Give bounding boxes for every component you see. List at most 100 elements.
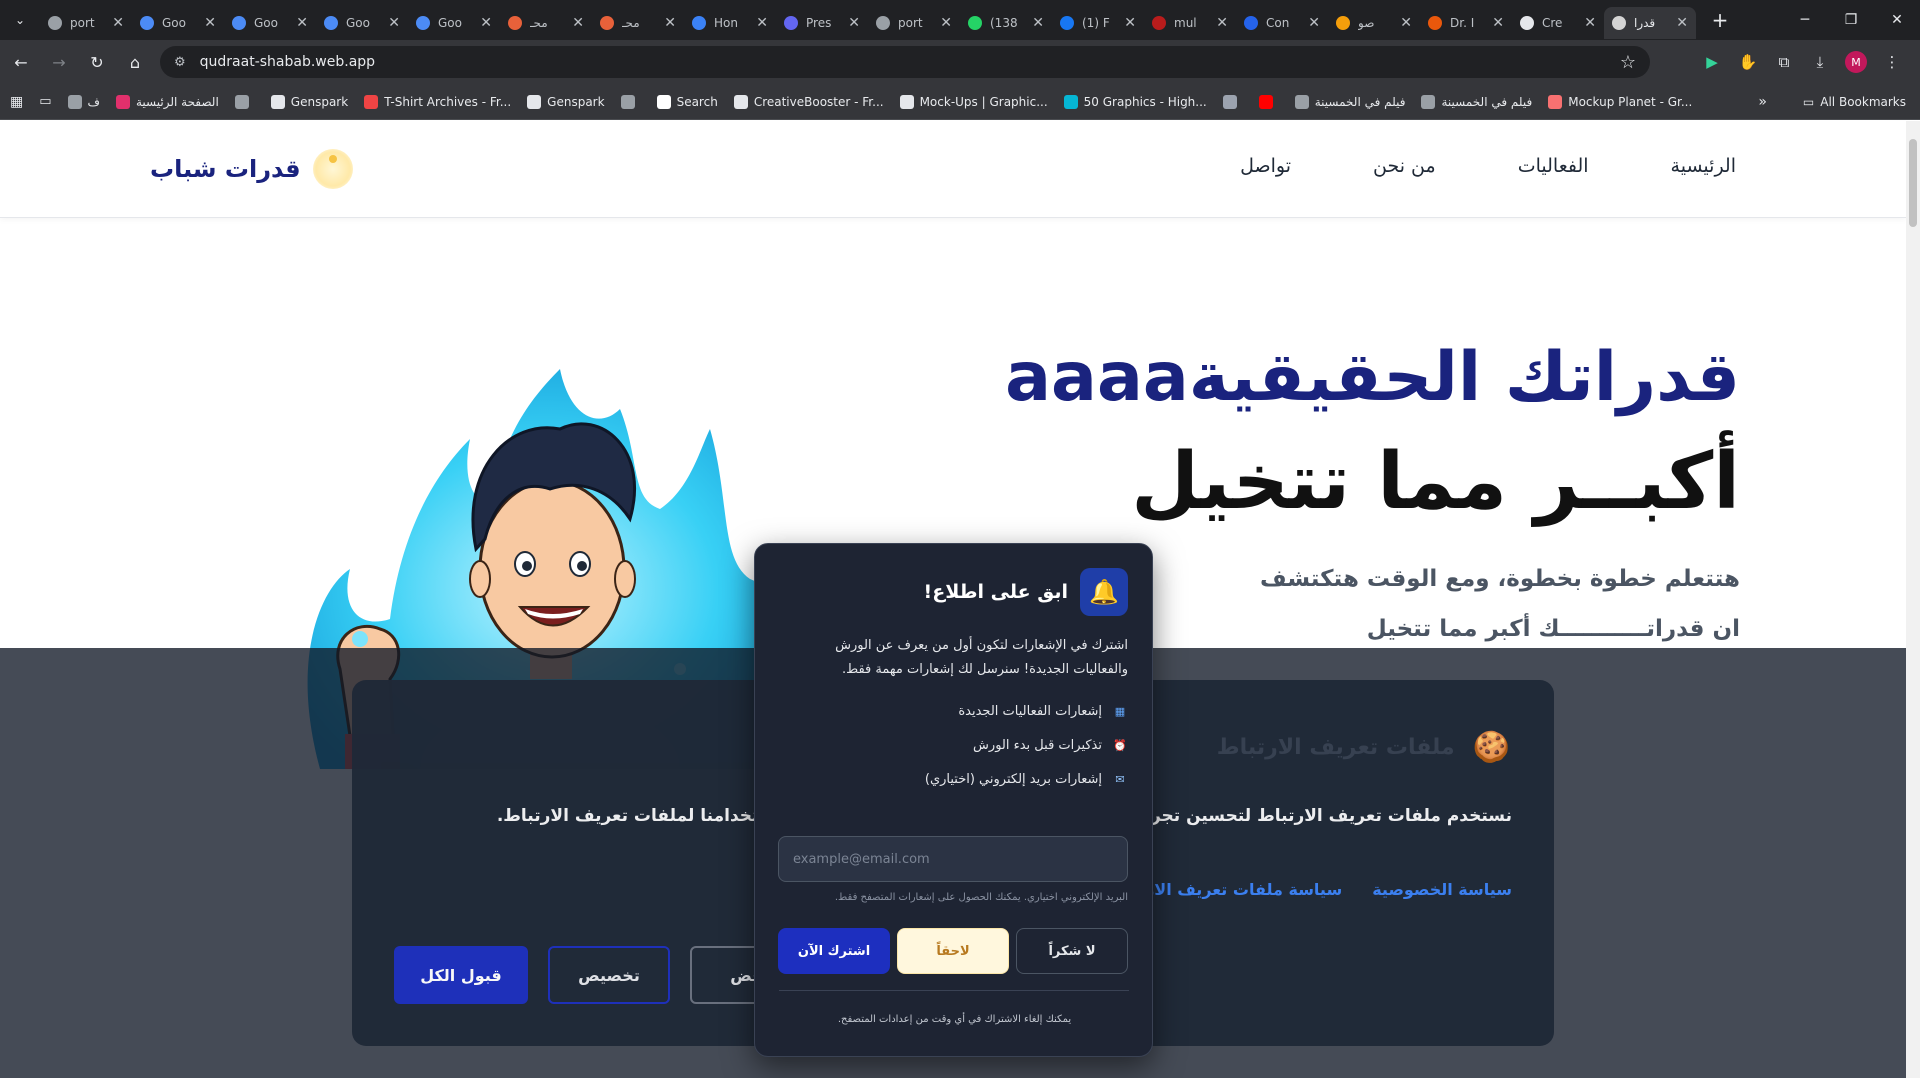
- site-logo[interactable]: قدرات شباب: [150, 149, 353, 189]
- nav-contact[interactable]: تواصل: [1240, 155, 1291, 177]
- address-bar[interactable]: ⚙ qudraat-shabab.web.app ☆: [160, 46, 1650, 78]
- extension-play-icon[interactable]: ▶: [1694, 46, 1730, 78]
- bookmark-favicon-icon: [1294, 94, 1309, 109]
- no-thanks-button[interactable]: لا شكراً: [1016, 928, 1128, 974]
- tab-close-icon[interactable]: ✕: [1492, 15, 1504, 31]
- browser-tab[interactable]: محـ ✕: [592, 7, 684, 39]
- tab-close-icon[interactable]: ✕: [572, 15, 584, 31]
- bookmark-item[interactable]: CreativeBooster - Fr...: [733, 94, 884, 109]
- browser-tab[interactable]: mul ✕: [1144, 7, 1236, 39]
- browser-tab[interactable]: Goo ✕: [132, 7, 224, 39]
- bookmark-item[interactable]: [234, 94, 255, 109]
- extensions-puzzle-icon[interactable]: ⧉: [1766, 46, 1802, 78]
- privacy-policy-link[interactable]: سياسة الخصوصية: [1372, 880, 1512, 899]
- back-icon[interactable]: ←: [4, 45, 38, 79]
- cookie-links: سياسة الخصوصية سياسة ملفات تعريف الارتبا…: [1110, 880, 1512, 899]
- browser-tab[interactable]: (138 ✕: [960, 7, 1052, 39]
- email-input[interactable]: [778, 836, 1128, 882]
- tab-close-icon[interactable]: ✕: [1032, 15, 1044, 31]
- tab-favicon-icon: [1244, 16, 1258, 30]
- customize-button[interactable]: تخصيص: [548, 946, 670, 1004]
- later-button[interactable]: لاحقاً: [897, 928, 1009, 974]
- url-text: qudraat-shabab.web.app: [199, 54, 376, 70]
- browser-tab[interactable]: port ✕: [868, 7, 960, 39]
- notification-popup: 🔔 ابق على اطلاع! اشترك في الإشعارات لتكو…: [754, 543, 1153, 1057]
- tab-close-icon[interactable]: ✕: [848, 15, 860, 31]
- notify-feature-item: ✉ إشعارات بريد إلكتروني (اختياري): [925, 762, 1128, 796]
- close-window-icon[interactable]: ✕: [1874, 0, 1920, 40]
- forward-icon[interactable]: →: [42, 45, 76, 79]
- bookmark-item[interactable]: Mockup Planet - Gr...: [1548, 94, 1692, 109]
- bookmark-item[interactable]: فيلم في الخمسينة: [1421, 94, 1532, 109]
- tab-favicon-icon: [968, 16, 982, 30]
- home-icon[interactable]: ⌂: [118, 45, 152, 79]
- tab-close-icon[interactable]: ✕: [1308, 15, 1320, 31]
- browser-tab[interactable]: Goo ✕: [408, 7, 500, 39]
- bookmarks-overflow-icon[interactable]: »: [1758, 94, 1767, 110]
- new-tab-button[interactable]: +: [1706, 8, 1734, 32]
- browser-tab[interactable]: (1) F ✕: [1052, 7, 1144, 39]
- browser-tab[interactable]: قدرا ✕: [1604, 7, 1696, 39]
- nav-events[interactable]: الفعاليات: [1518, 155, 1589, 177]
- tab-close-icon[interactable]: ✕: [296, 15, 308, 31]
- bookmark-item[interactable]: Genspark: [527, 94, 605, 109]
- nav-about[interactable]: من نحن: [1373, 155, 1436, 177]
- page-scrollbar[interactable]: [1906, 121, 1920, 1078]
- download-icon[interactable]: ⤓: [1802, 46, 1838, 78]
- folder-icon[interactable]: ▭: [39, 94, 51, 109]
- browser-tab[interactable]: Cre ✕: [1512, 7, 1604, 39]
- tab-close-icon[interactable]: ✕: [1216, 15, 1228, 31]
- accept-all-button[interactable]: قبول الكل: [394, 946, 528, 1004]
- reload-icon[interactable]: ↻: [80, 45, 114, 79]
- bookmark-item[interactable]: T-Shirt Archives - Fr...: [364, 94, 511, 109]
- tab-close-icon[interactable]: ✕: [756, 15, 768, 31]
- tab-close-icon[interactable]: ✕: [1400, 15, 1412, 31]
- profile-avatar[interactable]: M: [1845, 51, 1867, 73]
- browser-tab[interactable]: Con ✕: [1236, 7, 1328, 39]
- browser-tab[interactable]: Hon ✕: [684, 7, 776, 39]
- bookmark-item[interactable]: Mock-Ups | Graphic...: [899, 94, 1048, 109]
- scrollbar-thumb[interactable]: [1909, 139, 1917, 227]
- tab-close-icon[interactable]: ✕: [1124, 15, 1136, 31]
- bookmark-item[interactable]: [1258, 94, 1279, 109]
- bookmark-item[interactable]: Genspark: [270, 94, 348, 109]
- browser-toolbar: ← → ↻ ⌂ ⚙ qudraat-shabab.web.app ☆ ▶ ✋ ⧉…: [0, 40, 1920, 84]
- tab-close-icon[interactable]: ✕: [388, 15, 400, 31]
- tab-close-icon[interactable]: ✕: [1584, 15, 1596, 31]
- browser-tab[interactable]: Goo ✕: [316, 7, 408, 39]
- extension-hand-icon[interactable]: ✋: [1730, 46, 1766, 78]
- browser-tab[interactable]: صو ✕: [1328, 7, 1420, 39]
- browser-tab[interactable]: Dr. I ✕: [1420, 7, 1512, 39]
- left-ear: [469, 560, 491, 598]
- bookmark-favicon-icon: [1421, 94, 1436, 109]
- menu-kebab-icon[interactable]: ⋮: [1874, 46, 1910, 78]
- browser-tab[interactable]: محـ ✕: [500, 7, 592, 39]
- tab-close-icon[interactable]: ✕: [940, 15, 952, 31]
- bookmark-item[interactable]: 50 Graphics - High...: [1063, 94, 1207, 109]
- bookmark-star-icon[interactable]: ☆: [1620, 52, 1636, 73]
- browser-tab[interactable]: port ✕: [40, 7, 132, 39]
- apps-grid-icon[interactable]: ▦: [10, 94, 23, 110]
- restore-icon[interactable]: ❐: [1828, 0, 1874, 40]
- minimize-icon[interactable]: ─: [1782, 0, 1828, 40]
- tab-close-icon[interactable]: ✕: [204, 15, 216, 31]
- all-bookmarks-link[interactable]: All Bookmarks: [1820, 95, 1906, 109]
- bookmark-item[interactable]: Search: [656, 94, 718, 109]
- bookmark-item[interactable]: ف: [67, 94, 100, 109]
- bookmark-item[interactable]: [1222, 94, 1243, 109]
- bookmark-item[interactable]: فيلم في الخمسينة: [1294, 94, 1405, 109]
- tab-close-icon[interactable]: ✕: [664, 15, 676, 31]
- tab-close-icon[interactable]: ✕: [1676, 15, 1688, 31]
- bookmark-label: Mock-Ups | Graphic...: [919, 94, 1048, 109]
- tab-label: (1) F: [1082, 16, 1110, 30]
- browser-tab[interactable]: Goo ✕: [224, 7, 316, 39]
- browser-tab[interactable]: Pres ✕: [776, 7, 868, 39]
- tab-close-icon[interactable]: ✕: [112, 15, 124, 31]
- nav-home[interactable]: الرئيسية: [1671, 155, 1736, 177]
- subscribe-now-button[interactable]: اشترك الآن: [778, 928, 890, 974]
- bookmark-item[interactable]: [620, 94, 641, 109]
- site-settings-icon[interactable]: ⚙: [174, 55, 186, 70]
- tab-close-icon[interactable]: ✕: [480, 15, 492, 31]
- tab-search-chevron-icon[interactable]: ⌄: [6, 6, 34, 34]
- bookmark-item[interactable]: الصفحة الرئيسية: [115, 94, 219, 109]
